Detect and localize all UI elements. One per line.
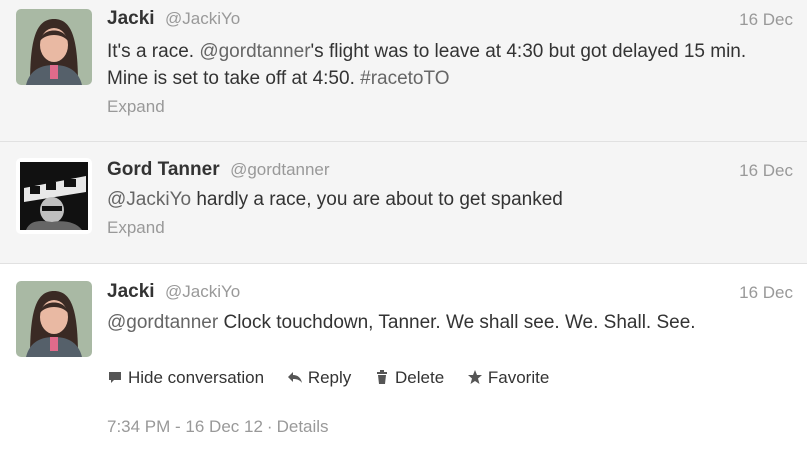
meta-separator: ·: [266, 417, 273, 436]
delete-action[interactable]: Delete: [374, 368, 444, 388]
expand-link[interactable]: Expand: [107, 97, 165, 117]
timestamp[interactable]: 16 Dec: [739, 283, 793, 303]
favorite-action[interactable]: Favorite: [467, 368, 549, 388]
avatar-gord-image: [16, 158, 92, 234]
favorite-label: Favorite: [487, 368, 550, 387]
mention-link[interactable]: @JackiYo: [107, 189, 191, 210]
reply-arrow-icon: [287, 372, 302, 383]
username[interactable]: @JackiYo: [165, 9, 240, 28]
tweet-text: @gordtanner Clock touchdown, Tanner. We …: [107, 309, 787, 336]
expand-link[interactable]: Expand: [107, 218, 165, 238]
tweet-text-segment: It's a race.: [107, 41, 200, 62]
star-icon: [467, 370, 482, 384]
delete-label: Delete: [395, 368, 445, 387]
mention-link[interactable]: @gordtanner: [199, 41, 310, 62]
tweet-header: Jacki @JackiYo 16 Dec: [107, 8, 793, 32]
username[interactable]: @JackiYo: [165, 282, 240, 301]
tweet-datetime[interactable]: 7:34 PM - 16 Dec 12: [107, 417, 263, 436]
mention-link[interactable]: @gordtanner: [107, 312, 218, 333]
tweet-text: It's a race. @gordtanner's flight was to…: [107, 38, 787, 92]
tweet-header: Jacki @JackiYo 16 Dec: [107, 281, 793, 305]
avatar-jacki-image: [16, 9, 92, 85]
tweet-text-segment: Clock touchdown, Tanner. We shall see. W…: [218, 312, 696, 333]
tweet-header: Gord Tanner @gordtanner 16 Dec: [107, 159, 793, 183]
fullname[interactable]: Jacki: [107, 281, 155, 302]
avatar[interactable]: [16, 281, 92, 357]
avatar[interactable]: [16, 158, 92, 234]
tweet-text-segment: hardly a race, you are about to get span…: [191, 189, 563, 210]
tweet-actions: Hide conversation Reply Delete Favorite: [107, 368, 567, 392]
timestamp[interactable]: 16 Dec: [739, 10, 793, 30]
tweet-item-expanded[interactable]: Jacki @JackiYo 16 Dec Hide conversation …: [0, 264, 807, 455]
fullname[interactable]: Jacki: [107, 8, 155, 29]
hide-conversation-label: Hide conversation: [128, 368, 265, 387]
timestamp[interactable]: 16 Dec: [739, 161, 793, 181]
reply-action[interactable]: Reply: [287, 368, 351, 388]
username[interactable]: @gordtanner: [230, 160, 330, 179]
tweet-text: @JackiYo hardly a race, you are about to…: [107, 186, 787, 213]
details-link[interactable]: Details: [277, 417, 329, 436]
tweet-item[interactable]: Jacki @JackiYo 16 Dec It's a race. @gord…: [0, 0, 807, 142]
reply-label: Reply: [307, 368, 352, 387]
hashtag-link[interactable]: #racetoTO: [360, 68, 449, 89]
speech-bubble-icon: [109, 372, 121, 383]
tweet-meta: 7:34 PM - 16 Dec 12 · Details: [107, 417, 329, 437]
hide-conversation-action[interactable]: Hide conversation: [107, 368, 264, 388]
trash-icon: [377, 370, 388, 384]
avatar[interactable]: [16, 9, 92, 85]
fullname[interactable]: Gord Tanner: [107, 159, 220, 180]
avatar-jacki-image: [16, 281, 92, 357]
